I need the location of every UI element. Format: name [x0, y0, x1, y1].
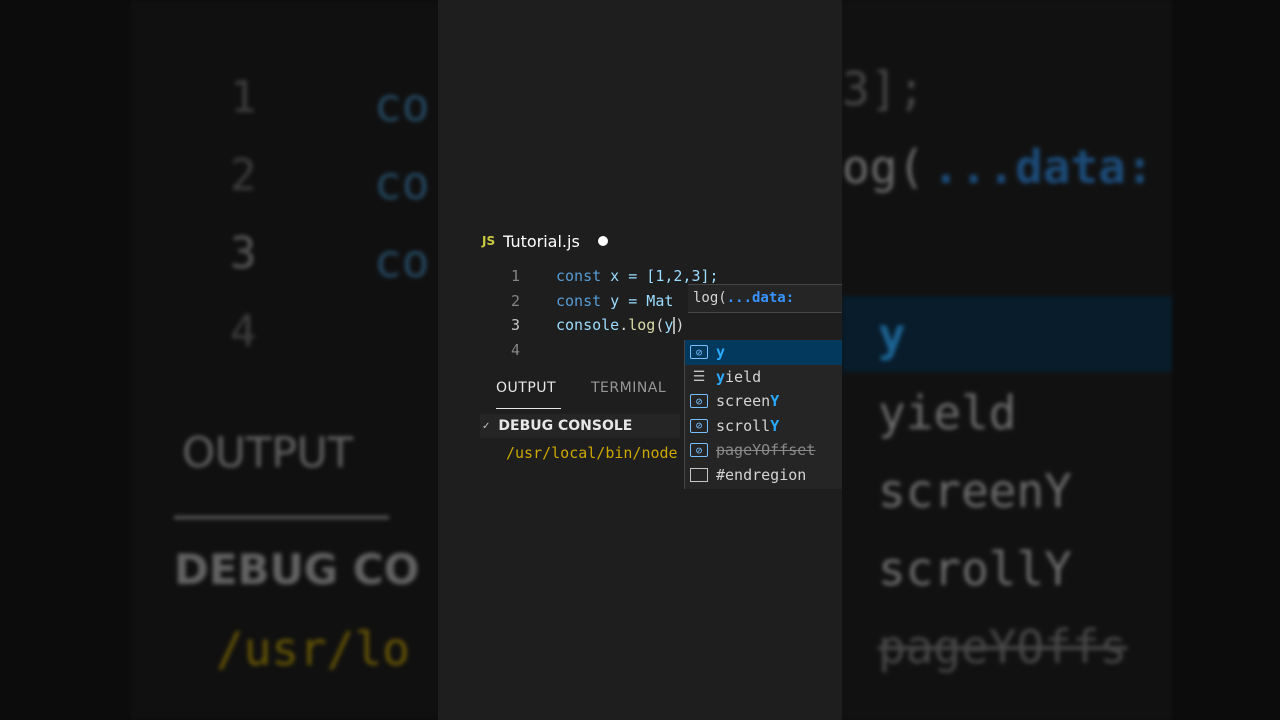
output-line: /usr/local/bin/node — [506, 444, 678, 462]
line-number: 2 — [510, 291, 520, 310]
keyword-icon: ☰ — [692, 368, 706, 385]
suggestion-item[interactable]: #endregion — [685, 463, 842, 488]
suggestion-widget[interactable]: ⊘ y ☰ y ield ⊘ screen Y ⊘ scroll Y ⊘ pageYO… — [684, 340, 842, 489]
line-number: 4 — [510, 340, 520, 359]
suggestion-label: #endregion — [716, 465, 807, 484]
bg-line-number: 4 — [230, 306, 257, 357]
bg-debug-label: DEBUG CO — [174, 545, 420, 594]
code-function: log — [628, 316, 656, 334]
bg-suggest-item: yield — [878, 386, 1017, 440]
bg-output-label: OUTPUT — [182, 428, 354, 477]
code-keyword: const — [556, 267, 602, 285]
suggestion-item[interactable]: ⊘ scroll Y — [685, 414, 842, 439]
bg-code: co — [374, 78, 430, 132]
unsaved-dot-icon[interactable] — [597, 236, 608, 246]
bg-suggest-item: screenY — [878, 464, 1072, 518]
variable-icon: ⊘ — [690, 443, 708, 458]
suggestion-item[interactable]: ⊘ y — [685, 340, 842, 365]
bg-code: 3]; — [842, 62, 926, 116]
background-left: 1 2 3 4 co co co OUTPUT DEBUG CO /usr/lo — [0, 0, 438, 720]
tab-filename: Tutorial.js — [503, 231, 580, 251]
suggestion-match: Y — [770, 392, 780, 411]
bg-code: ...data: — [932, 140, 1154, 194]
bg-line-number: 2 — [230, 150, 257, 201]
tab-output[interactable]: OUTPUT — [496, 380, 556, 396]
editor-tab[interactable]: JS Tutorial.js — [482, 228, 608, 254]
background-left-blur: 1 2 3 4 co co co OUTPUT DEBUG CO /usr/lo — [130, 0, 438, 720]
suggestion-item[interactable]: ☰ y ield — [685, 365, 842, 390]
code-text: console.log(y) — [556, 313, 684, 338]
line-number: 3 — [510, 316, 520, 334]
hint-prefix: log( — [693, 290, 727, 306]
code-rest: x = [1,2,3]; — [601, 267, 719, 285]
code-text: const y = Mat — [556, 289, 673, 314]
suggestion-rest: ield — [725, 367, 762, 386]
variable-icon: ⊘ — [690, 418, 708, 433]
editor-frame: JS Tutorial.js 1 const x = [1,2,3]; 2 co… — [438, 0, 842, 720]
variable-icon: ⊘ — [690, 345, 708, 360]
bg-underline — [174, 516, 389, 519]
bg-code: co — [374, 156, 430, 210]
bg-path: /usr/lo — [216, 622, 410, 676]
active-tab-underline — [496, 408, 561, 409]
code-object: console — [556, 316, 620, 334]
debug-console-header[interactable]: ✓ DEBUG CONSOLE — [480, 414, 680, 438]
javascript-file-icon: JS — [482, 234, 496, 248]
snippet-icon — [690, 467, 708, 482]
debug-console-label: DEBUG CONSOLE — [498, 418, 633, 434]
bg-line-number: 1 — [230, 72, 257, 123]
background-right-blur: 3]; og( ...data: y yield screenY scrollY… — [842, 0, 1172, 720]
parameter-hint: log(...data: — [688, 284, 842, 313]
bg-suggest-item: scrollY — [878, 542, 1072, 596]
variable-icon: ⊘ — [690, 394, 708, 409]
code-dot: . — [619, 316, 629, 334]
code-rest: y = Mat — [601, 291, 674, 310]
bg-line-number: 3 — [230, 228, 257, 279]
code-paren-close: ) — [675, 316, 685, 334]
line-number: 1 — [510, 267, 520, 285]
suggestion-deprecated: pageYOffset — [716, 441, 816, 460]
code-argument: y — [664, 316, 674, 334]
bg-code: og( — [842, 140, 926, 194]
hint-param: ...data: — [726, 290, 795, 306]
suggestion-prefix: scroll — [716, 416, 771, 435]
bg-suggest-item: pageYOffs — [878, 620, 1128, 674]
chevron-down-icon[interactable]: ✓ — [482, 421, 490, 432]
suggestion-prefix: screen — [716, 392, 771, 411]
suggestion-match: y — [716, 367, 726, 386]
code-keyword: const — [556, 291, 602, 310]
bg-code: co — [374, 234, 430, 288]
bg-suggest-item: y — [878, 308, 906, 362]
code-line-active: 3 console.log(y) — [438, 313, 842, 338]
suggestion-item[interactable]: ⊘ screen Y — [685, 389, 842, 414]
suggestion-item[interactable]: ⊘ pageYOffset — [685, 438, 842, 463]
suggestion-match: y — [716, 343, 726, 362]
tab-terminal[interactable]: TERMINAL — [591, 380, 666, 396]
suggestion-match: Y — [770, 416, 780, 435]
background-right: 3]; og( ...data: y yield screenY scrollY… — [842, 0, 1280, 720]
